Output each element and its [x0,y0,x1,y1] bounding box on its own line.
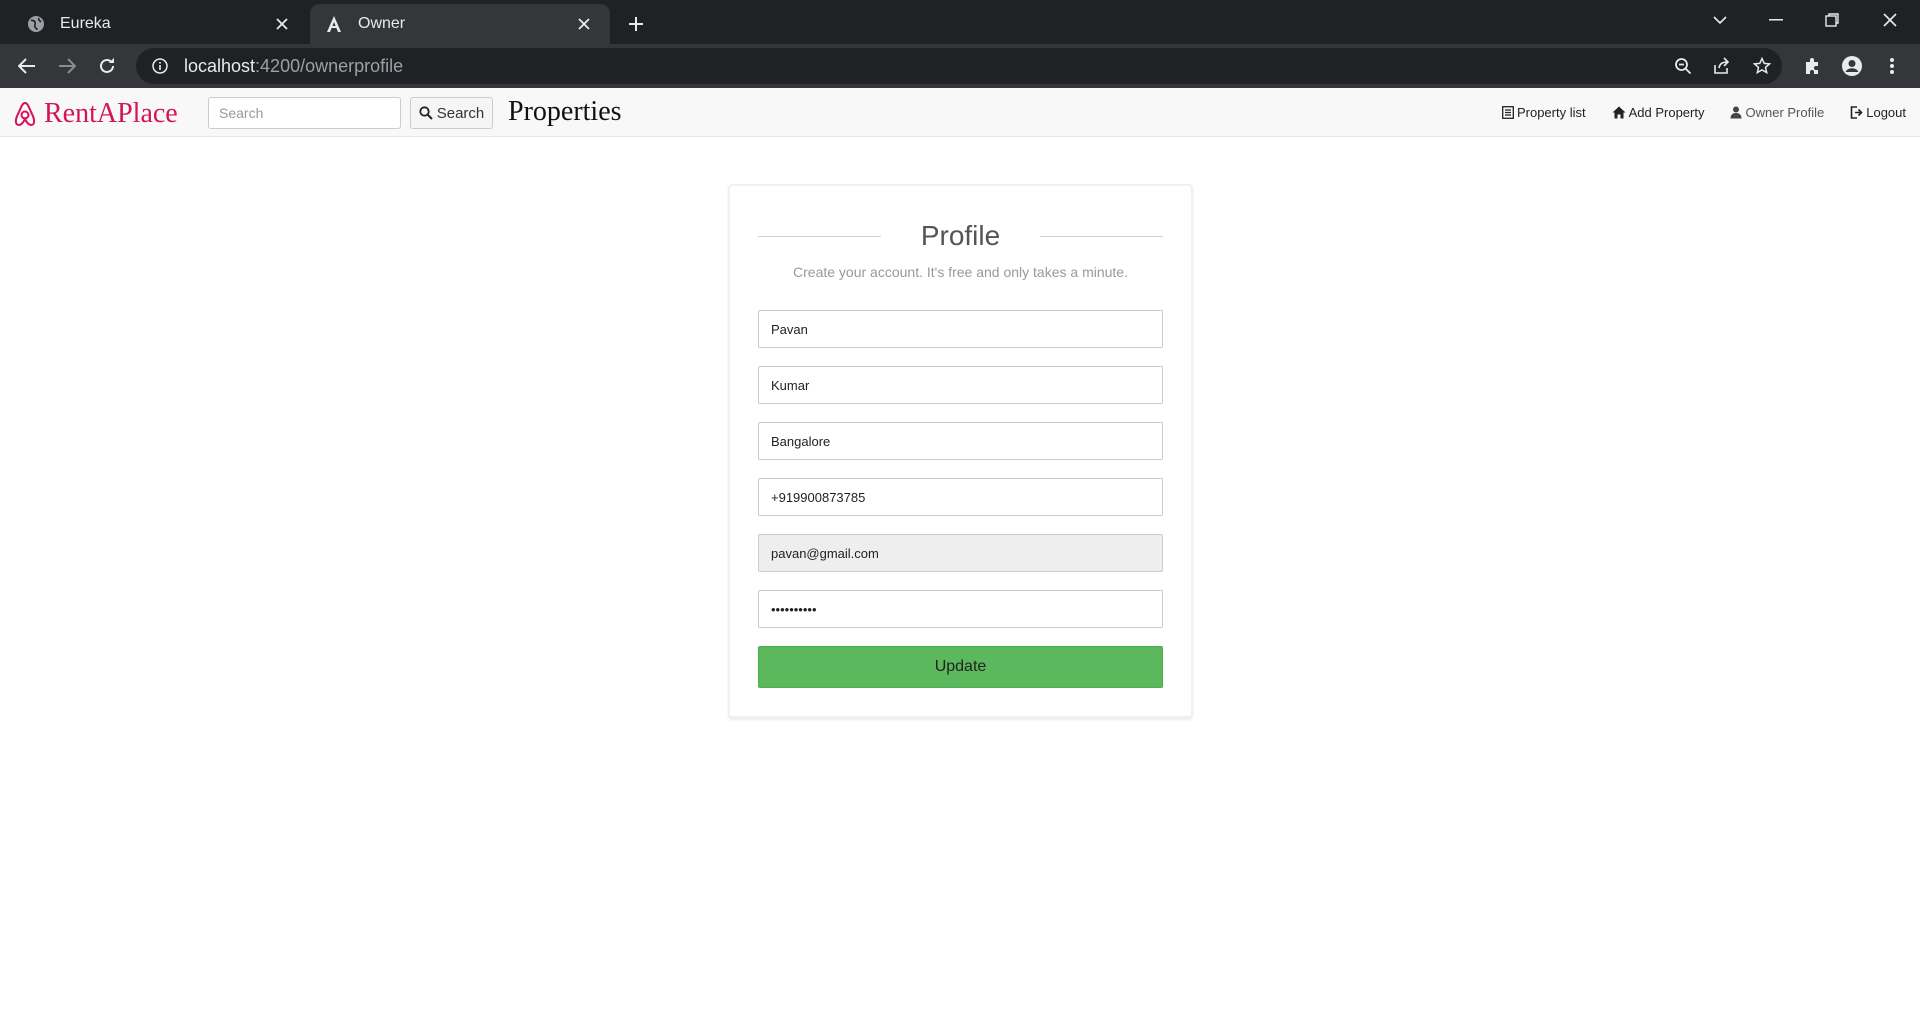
divider [1040,235,1163,237]
profile-form-card: Profile Create your account. It's free a… [728,184,1193,718]
search-input[interactable] [208,97,401,129]
profile-icon[interactable] [1838,52,1866,80]
tab-search-icon[interactable] [1692,0,1748,40]
nav-link-label: Logout [1866,105,1906,120]
app-navbar: RentAPlace Search Properties Property li… [0,88,1920,137]
page-title[interactable]: Properties [508,96,622,128]
search-icon [419,106,433,120]
update-button[interactable]: Update [758,646,1163,688]
brand-logo[interactable]: RentAPlace [12,98,178,130]
home-icon [1612,106,1626,119]
airbnb-icon [14,101,36,127]
nav-link-owner-profile[interactable]: Owner Profile [1730,105,1824,120]
tab-title: Owner [358,15,406,32]
site-info-icon[interactable] [150,56,170,76]
nav-link-logout[interactable]: Logout [1850,105,1906,120]
nav-link-label: Add Property [1628,105,1705,120]
logout-icon [1850,106,1863,119]
address-bar[interactable]: localhost:4200/ownerprofile [136,48,1782,84]
close-icon[interactable] [270,12,294,36]
divider [758,235,881,237]
phone-field[interactable] [758,478,1163,516]
last-name-field[interactable] [758,366,1163,404]
search-button[interactable]: Search [410,97,493,129]
email-field [758,534,1163,572]
new-tab-icon[interactable] [622,10,650,38]
minimize-icon[interactable] [1748,0,1804,40]
url-text: localhost:4200/ownerprofile [184,55,404,76]
share-icon[interactable] [1708,52,1736,80]
extensions-icon[interactable] [1798,52,1826,80]
forward-icon[interactable] [53,52,81,80]
angular-icon [324,14,344,34]
form-hint: Create your account. It's free and only … [793,264,1128,280]
globe-icon [26,14,46,34]
tab-title: Eureka [60,15,111,32]
password-field[interactable] [758,590,1163,628]
nav-link-property-list[interactable]: Property list [1502,105,1586,120]
city-field[interactable] [758,422,1163,460]
nav-link-add-property[interactable]: Add Property [1612,105,1705,120]
bookmark-star-icon[interactable] [1748,52,1776,80]
search-button-label: Search [436,104,485,122]
reload-icon[interactable] [93,52,121,80]
menu-dots-icon[interactable] [1878,52,1906,80]
nav-link-label: Owner Profile [1745,105,1825,120]
browser-toolbar: localhost:4200/ownerprofile [0,44,1920,88]
first-name-field[interactable] [758,310,1163,348]
browser-tab-bar: Eureka Owner [0,0,1920,44]
user-icon [1730,106,1742,119]
form-heading: Profile [758,216,1163,256]
zoom-icon[interactable] [1669,52,1697,80]
back-icon[interactable] [13,52,41,80]
browser-tab-eureka[interactable]: Eureka [0,4,308,44]
close-icon[interactable] [572,12,596,36]
browser-tab-owner[interactable]: Owner [310,4,610,44]
nav-links: Property list Add Property Owner Profile… [1476,88,1906,137]
window-close-icon[interactable] [1862,0,1918,40]
list-icon [1502,106,1514,119]
brand-name: RentAPlace [44,98,178,129]
form-title: Profile [920,220,1001,251]
restore-icon[interactable] [1804,0,1860,40]
nav-link-label: Property list [1516,105,1586,120]
